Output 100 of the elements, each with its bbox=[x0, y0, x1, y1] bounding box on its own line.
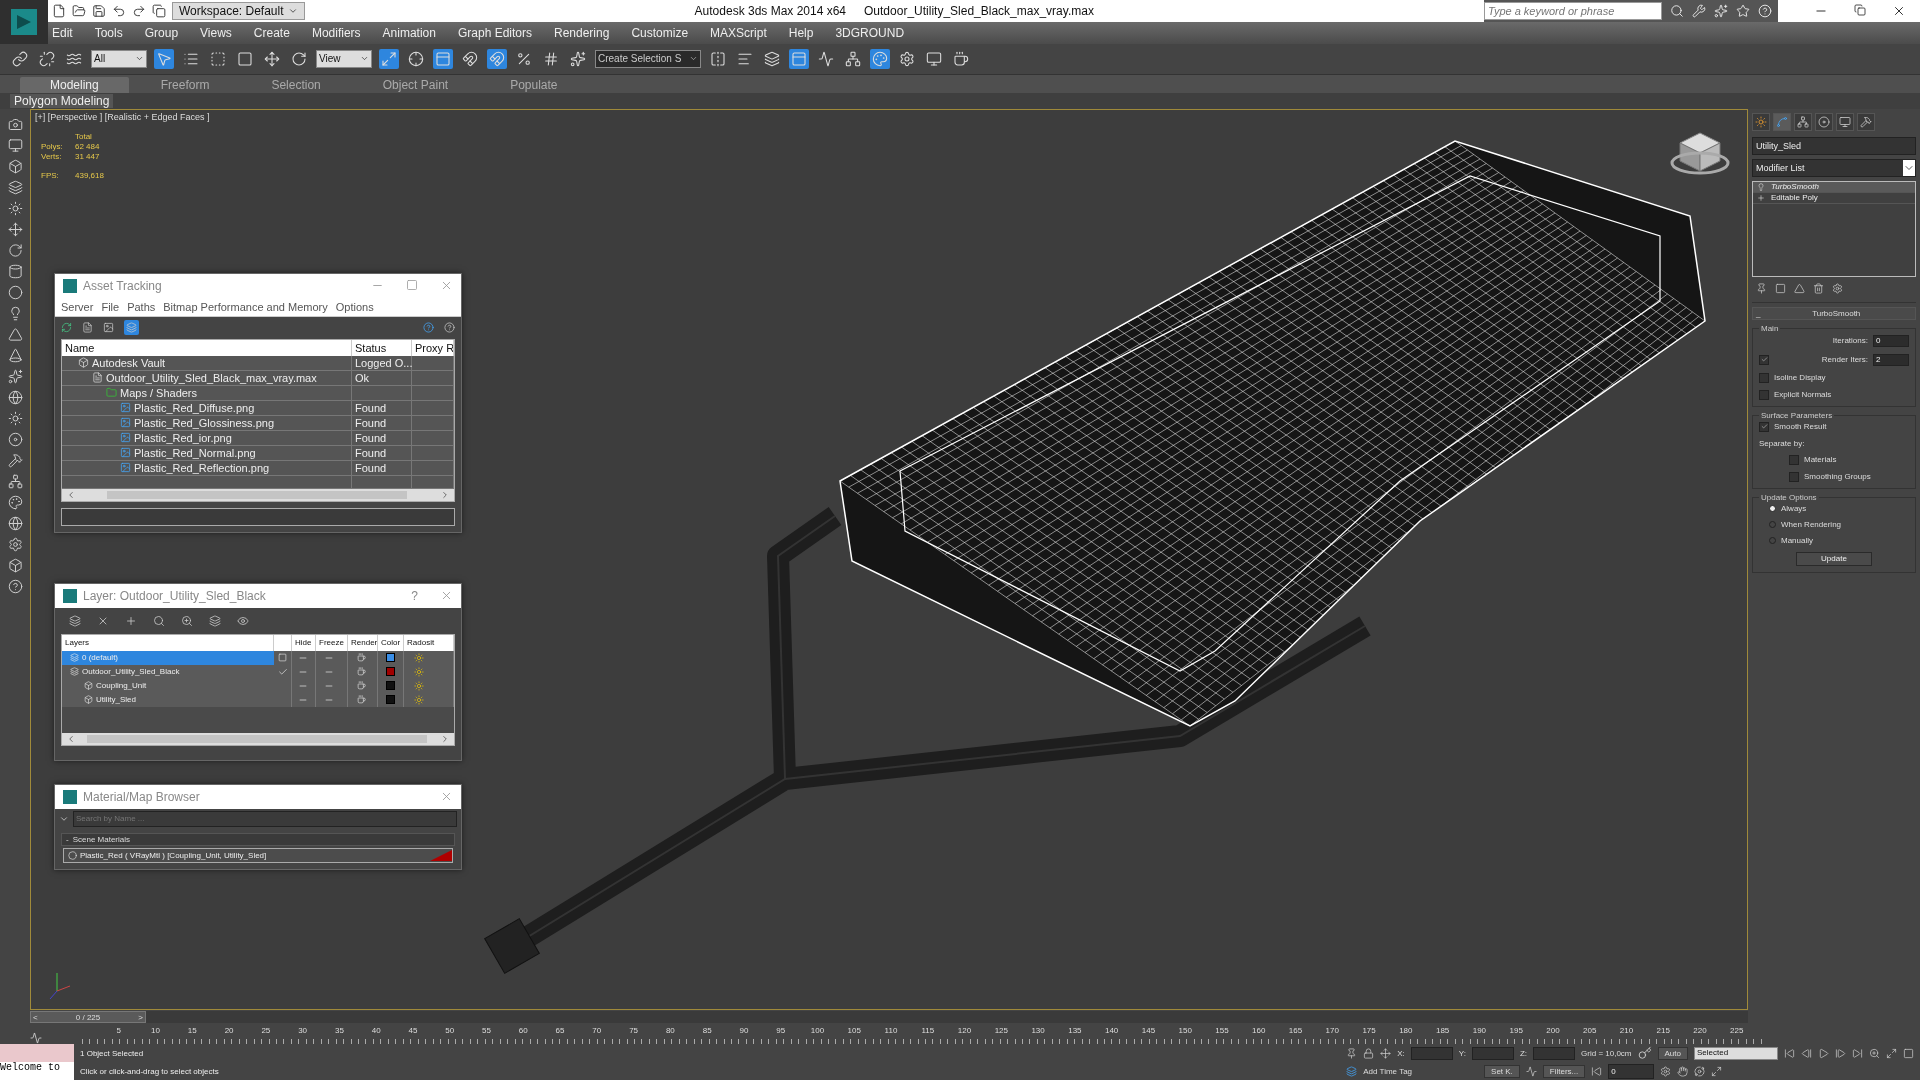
color-swatch[interactable] bbox=[386, 653, 395, 663]
sparkle-icon[interactable] bbox=[570, 51, 586, 67]
material-group-header[interactable]: - Scene Materials bbox=[61, 832, 455, 846]
checkbox-label[interactable]: Smooth Result bbox=[1774, 422, 1827, 432]
panel-icon[interactable] bbox=[791, 51, 807, 67]
menu-item[interactable]: Tools bbox=[94, 26, 123, 40]
menu-item[interactable]: Views bbox=[200, 26, 232, 40]
menu-item[interactable]: Create bbox=[253, 26, 290, 40]
help-button[interactable]: ? bbox=[411, 588, 418, 603]
y-coordinate-field[interactable] bbox=[1471, 1046, 1514, 1060]
mirror-icon[interactable] bbox=[710, 51, 726, 67]
menu-item[interactable]: MAXScript bbox=[710, 26, 767, 40]
camera-icon[interactable] bbox=[7, 116, 23, 132]
go-to-end-icon[interactable] bbox=[1852, 1047, 1863, 1059]
orbit-icon[interactable] bbox=[1694, 1065, 1706, 1077]
checkbox-label[interactable]: Smoothing Groups bbox=[1804, 472, 1871, 482]
hammer-icon[interactable] bbox=[1860, 115, 1872, 128]
search-field[interactable]: Type a keyword or phrase bbox=[1484, 2, 1662, 20]
move-icon[interactable] bbox=[264, 51, 280, 67]
sparkle-icon[interactable] bbox=[7, 368, 23, 384]
radio-button[interactable] bbox=[1769, 520, 1776, 528]
timeline-ruler[interactable]: 5 10 15 20 25 30 35 40 45 50 55 60 65 70 75 80 85 90 95 100 105 110 115 120 125 130 135 140 145 150 155 160 165 170 175 180 185 190 195 200 205 210 215 220 225 bbox=[82, 1026, 1762, 1045]
cube-icon[interactable] bbox=[7, 557, 23, 573]
sun-icon[interactable] bbox=[414, 680, 424, 691]
triangle-icon[interactable] bbox=[7, 326, 23, 342]
select-cursor-icon[interactable] bbox=[156, 51, 172, 67]
bulb-icon[interactable] bbox=[1757, 182, 1765, 191]
pin-icon[interactable] bbox=[1756, 282, 1767, 294]
workspace-dropdown[interactable]: Workspace: Default bbox=[172, 2, 305, 20]
modifier-list-dropdown[interactable]: Modifier List bbox=[1752, 158, 1916, 177]
material-item[interactable]: Plastic_Red ( VRayMtl ) [Coupling_Unit, Utility_Sled] bbox=[63, 847, 453, 863]
column-header[interactable]: Proxy R bbox=[412, 339, 454, 356]
previous-frame-icon[interactable] bbox=[1801, 1047, 1812, 1059]
maximize-icon[interactable] bbox=[406, 279, 418, 292]
column-header[interactable]: Render bbox=[348, 634, 378, 651]
radio-label[interactable]: Manually bbox=[1781, 535, 1813, 545]
ribbon-panel-label[interactable]: Polygon Modeling bbox=[10, 93, 114, 108]
listener-input[interactable] bbox=[0, 1044, 74, 1063]
percent-icon[interactable] bbox=[516, 51, 532, 67]
expand-icon[interactable] bbox=[1757, 193, 1765, 202]
crosshair-icon[interactable] bbox=[408, 51, 424, 67]
viewport-label[interactable]: [+] [Perspective ] [Realistic + Edged Faces ] bbox=[35, 111, 210, 122]
link-icon[interactable] bbox=[12, 51, 28, 67]
z-coordinate-field[interactable] bbox=[1533, 1046, 1576, 1060]
scroll-right-icon[interactable] bbox=[440, 489, 450, 500]
move-icon[interactable] bbox=[7, 221, 23, 237]
save-icon[interactable] bbox=[92, 4, 106, 18]
color-swatch[interactable] bbox=[386, 695, 395, 705]
checkbox[interactable] bbox=[1759, 421, 1769, 432]
selection-filter-dropdown[interactable]: All bbox=[91, 50, 147, 68]
monitor-icon[interactable] bbox=[926, 51, 942, 67]
checkbox[interactable] bbox=[1789, 471, 1799, 482]
modifier-stack-item[interactable]: TurboSmooth bbox=[1753, 181, 1915, 193]
checkbox-label[interactable]: Explicit Normals bbox=[1774, 390, 1832, 400]
iterations-spinner[interactable]: 0 bbox=[1873, 334, 1909, 347]
star-icon[interactable] bbox=[1736, 4, 1750, 18]
cylinder-icon[interactable] bbox=[7, 263, 23, 279]
restore-icon[interactable] bbox=[1854, 4, 1866, 16]
menu-item[interactable]: Paths bbox=[127, 300, 156, 313]
monitor-icon[interactable] bbox=[7, 137, 23, 153]
column-header[interactable]: Layers bbox=[62, 634, 274, 651]
settings-icon[interactable] bbox=[899, 51, 915, 67]
ribbon-tab[interactable]: Populate bbox=[480, 76, 588, 93]
square-icon[interactable] bbox=[278, 653, 287, 663]
box-icon[interactable] bbox=[7, 158, 23, 174]
pan-icon[interactable] bbox=[1677, 1065, 1689, 1077]
radio-label[interactable]: When Rendering bbox=[1781, 519, 1842, 529]
disc-icon[interactable] bbox=[1818, 115, 1830, 128]
settings-icon[interactable] bbox=[7, 536, 23, 552]
add-icon[interactable] bbox=[125, 614, 137, 627]
current-frame-field[interactable]: 0 bbox=[1608, 1063, 1655, 1079]
monitor-icon[interactable] bbox=[1839, 115, 1851, 128]
column-header[interactable]: Status bbox=[352, 339, 412, 356]
list-icon[interactable] bbox=[183, 51, 199, 67]
menu-item[interactable]: Customize bbox=[631, 26, 689, 40]
sun-icon[interactable] bbox=[414, 694, 424, 705]
color-swatch[interactable] bbox=[386, 681, 395, 691]
hierarchy-icon[interactable] bbox=[1797, 115, 1809, 128]
scroll-left-icon[interactable] bbox=[66, 733, 76, 744]
disc-icon[interactable] bbox=[7, 431, 23, 447]
app-logo[interactable] bbox=[0, 0, 48, 44]
help-icon[interactable] bbox=[7, 578, 23, 594]
scroll-left-icon[interactable] bbox=[66, 489, 76, 500]
view-cube-drawing[interactable] bbox=[1670, 132, 1730, 175]
cone-icon[interactable] bbox=[7, 347, 23, 363]
hammer-icon[interactable] bbox=[7, 452, 23, 468]
filters-button[interactable]: Filters... bbox=[1542, 1064, 1586, 1078]
modifier-stack-item[interactable]: Editable Poly bbox=[1753, 192, 1915, 204]
light-icon[interactable] bbox=[7, 410, 23, 426]
ribbon-tab[interactable]: Freeform bbox=[130, 76, 240, 93]
time-slider[interactable]: < 0 / 225 > bbox=[30, 1011, 1748, 1024]
pin-icon[interactable] bbox=[1346, 1047, 1358, 1059]
ribbon-tab[interactable]: Selection bbox=[241, 76, 351, 93]
time-slider-thumb[interactable]: < 0 / 225 > bbox=[30, 1011, 146, 1024]
reference-coordinate-dropdown[interactable]: View bbox=[316, 50, 372, 68]
unlink-icon[interactable] bbox=[39, 51, 55, 67]
play-icon[interactable] bbox=[1818, 1047, 1829, 1059]
menu-item[interactable]: Modifiers bbox=[311, 26, 361, 40]
update-button[interactable]: Update bbox=[1796, 551, 1872, 566]
wave-icon[interactable] bbox=[66, 51, 82, 67]
